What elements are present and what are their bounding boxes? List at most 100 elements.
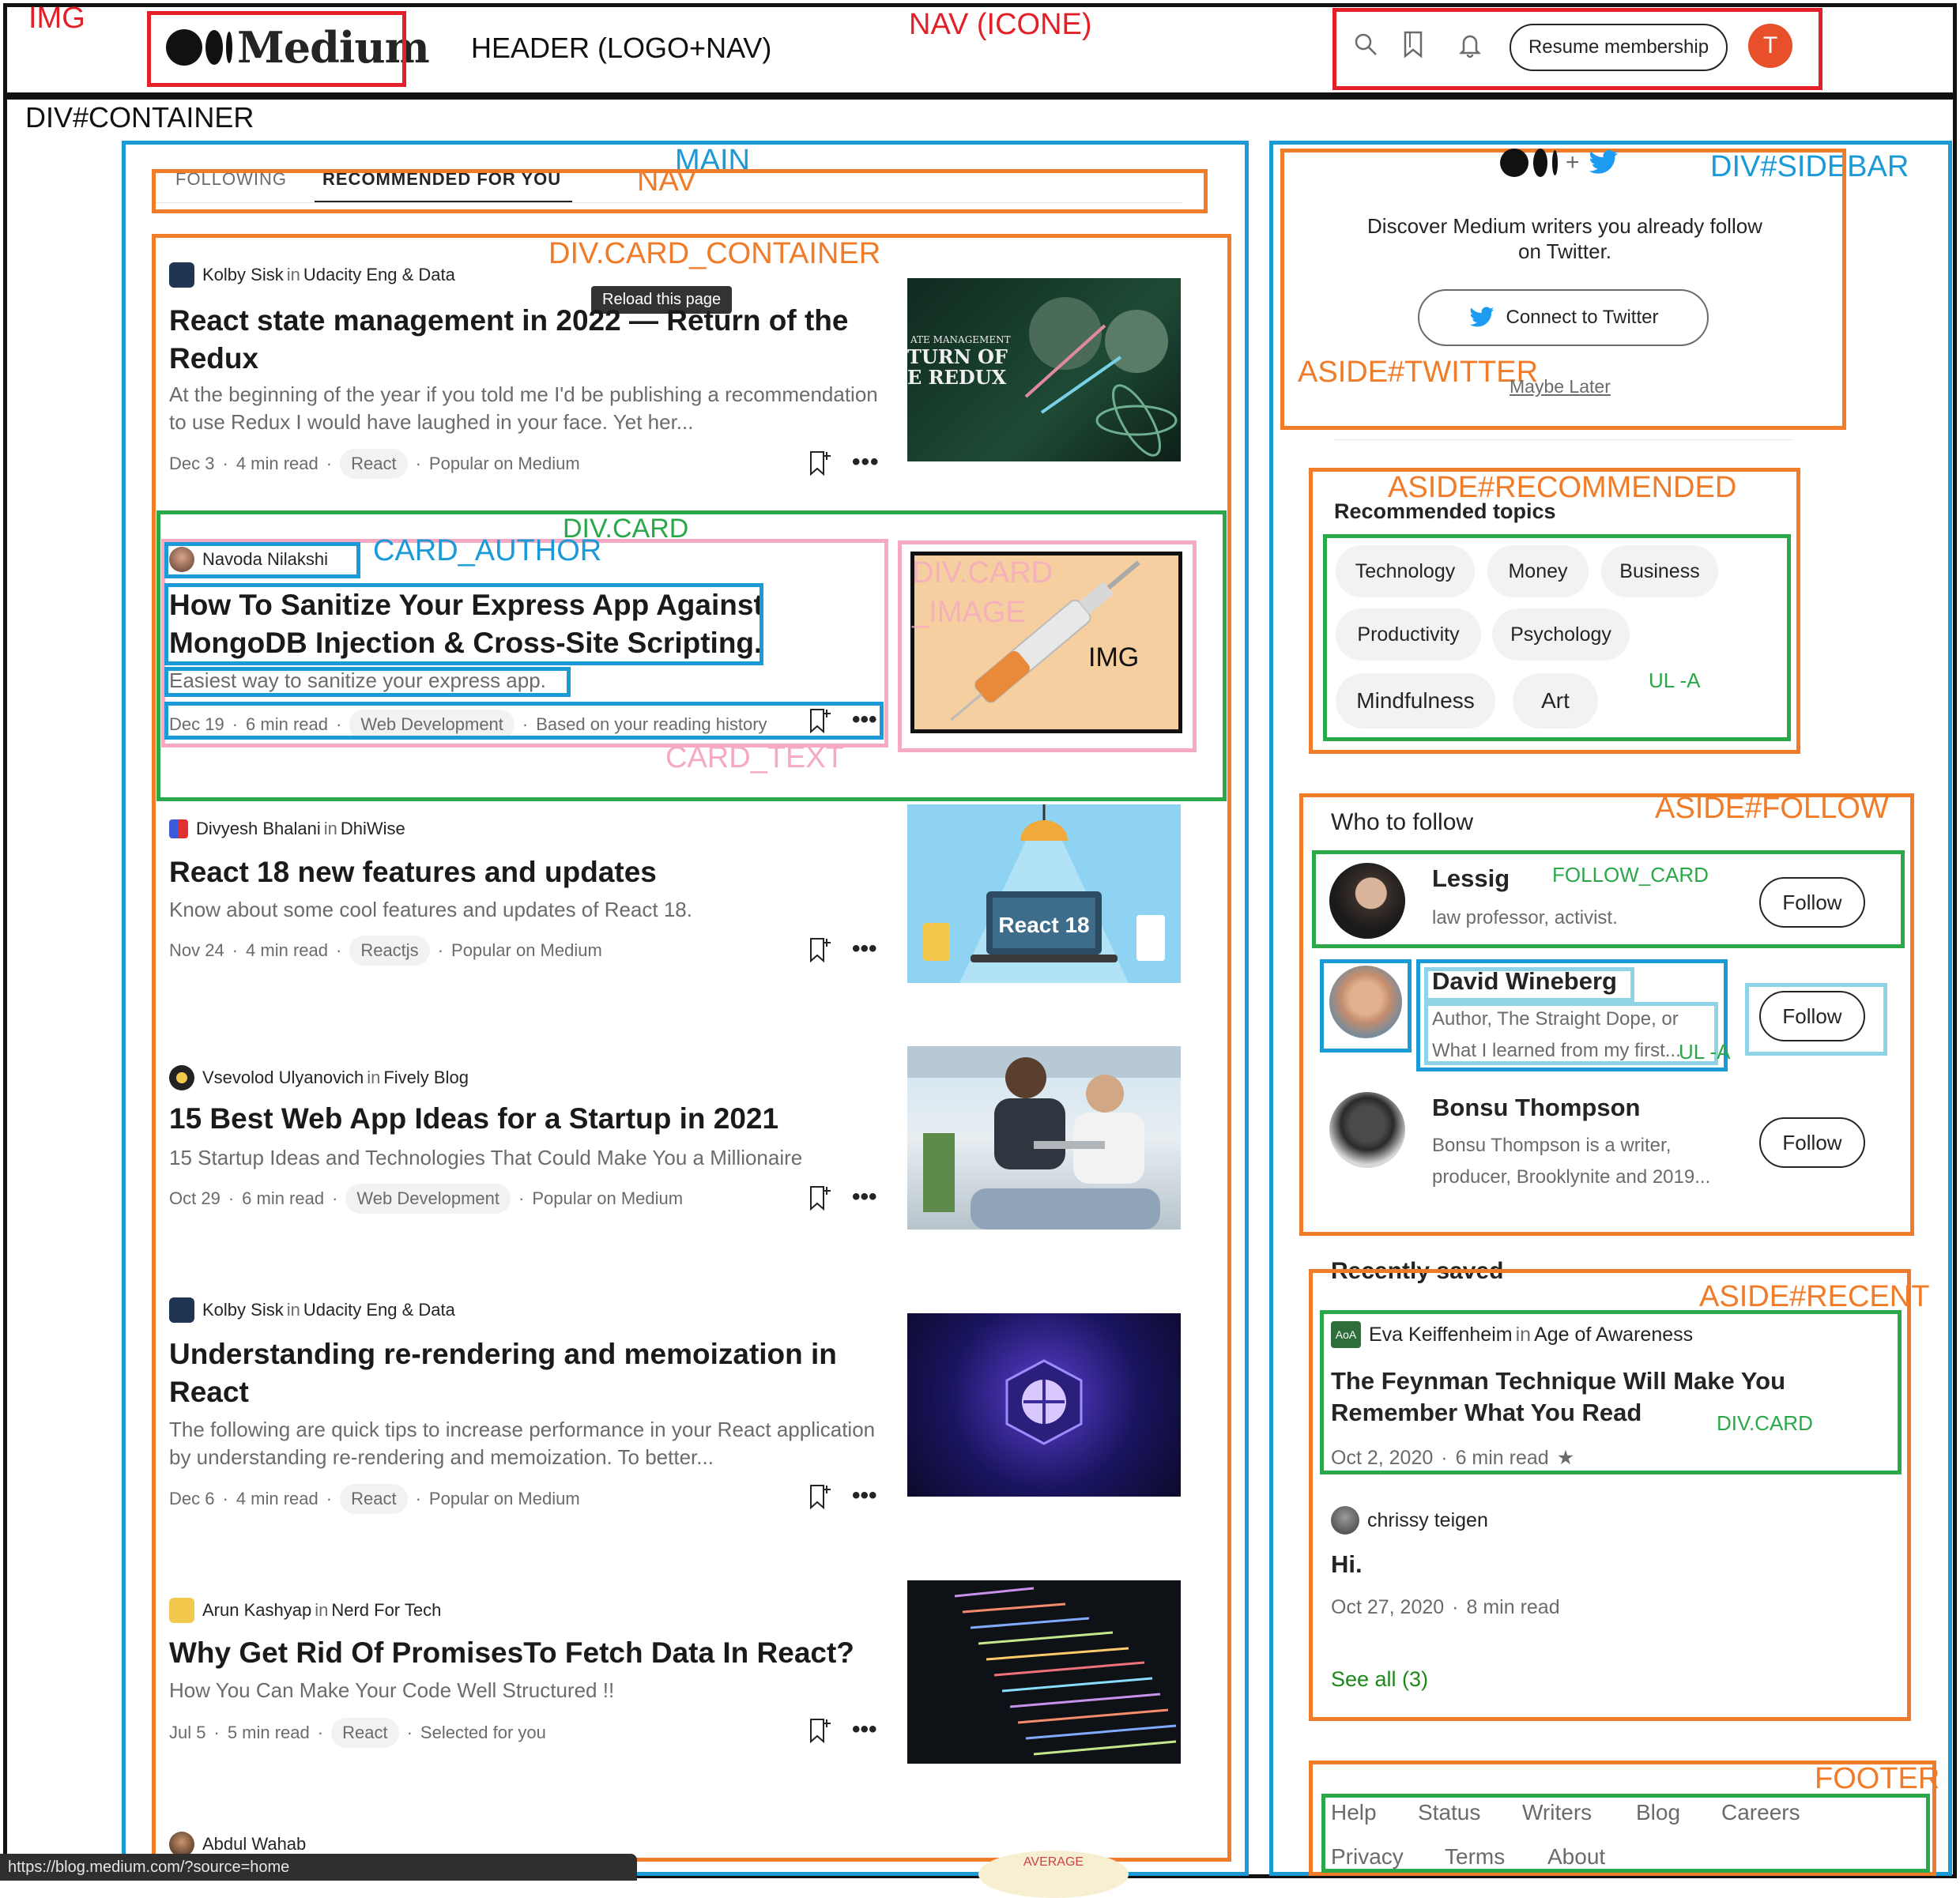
footer-link-help[interactable]: Help	[1331, 1800, 1377, 1825]
article-subtitle[interactable]: Easiest way to sanitize your express app…	[169, 667, 546, 695]
follow-button[interactable]: Follow	[1759, 877, 1865, 928]
save-icon[interactable]	[808, 1716, 831, 1749]
tag-chip[interactable]: React	[331, 1718, 399, 1748]
tag-chip[interactable]: Reactjs	[349, 936, 430, 966]
more-icon[interactable]: •••	[852, 1184, 877, 1211]
follow-name[interactable]: Lessig	[1432, 864, 1510, 893]
main-nav-annotation: NAV	[637, 164, 697, 198]
avatar[interactable]	[1329, 966, 1402, 1038]
article-title[interactable]: React state management in 2022 — Return …	[169, 302, 865, 378]
article-thumbnail[interactable]	[907, 1313, 1181, 1497]
more-icon[interactable]: •••	[852, 936, 877, 962]
aoa-icon: AoA	[1331, 1321, 1361, 1348]
nerd-for-tech-icon	[169, 1598, 194, 1623]
medium-logo[interactable]: Medium	[166, 22, 430, 73]
card-image-annotation: DIV.CARD _IMAGE	[912, 556, 1054, 629]
twitter-divider	[1334, 439, 1792, 440]
topic-chip[interactable]: Art	[1513, 673, 1598, 729]
search-icon[interactable]	[1353, 32, 1378, 64]
sidebar-annotation: DIV#SIDEBAR	[1710, 150, 1909, 183]
footer-link-privacy[interactable]: Privacy	[1331, 1844, 1404, 1870]
article-subtitle[interactable]: How You Can Make Your Code Well Structur…	[169, 1677, 880, 1704]
save-icon[interactable]	[808, 706, 831, 739]
maybe-later-link[interactable]: Maybe Later	[1510, 376, 1611, 397]
connect-twitter-button[interactable]: Connect to Twitter	[1418, 289, 1709, 346]
footer-link-about[interactable]: About	[1547, 1844, 1605, 1870]
article-author[interactable]: Arun Kashyap in Nerd For Tech	[169, 1598, 441, 1623]
tab-following[interactable]: FOLLOWING	[175, 169, 287, 190]
article-title[interactable]: 15 Best Web App Ideas for a Startup in 2…	[169, 1100, 865, 1138]
avatar[interactable]	[1329, 863, 1405, 939]
medium-twitter-logos: +	[1500, 149, 1619, 177]
twitter-icon	[1589, 149, 1618, 174]
footer-link-writers[interactable]: Writers	[1522, 1800, 1592, 1825]
tag-chip[interactable]: Web Development	[345, 1184, 511, 1214]
topic-chip[interactable]: Mindfulness	[1336, 673, 1495, 729]
article-title[interactable]: React 18 new features and updates	[169, 853, 865, 891]
footer-link-careers[interactable]: Careers	[1721, 1800, 1800, 1825]
follow-bio: law professor, activist.	[1432, 907, 1618, 928]
medium-logo-icon	[166, 29, 232, 66]
article-author[interactable]: Kolby Sisk in Udacity Eng & Data	[169, 1297, 455, 1323]
save-icon[interactable]	[808, 1184, 831, 1216]
nav-icons-annotation: NAV (ICONE)	[909, 8, 1092, 41]
article-subtitle[interactable]: Know about some cool features and update…	[169, 896, 880, 924]
article-author[interactable]: Vsevolod Ulyanovich in Fively Blog	[169, 1065, 469, 1090]
save-icon[interactable]	[808, 449, 831, 481]
resume-membership-button[interactable]: Resume membership	[1510, 24, 1728, 71]
article-author[interactable]: Kolby Sisk in Udacity Eng & Data	[169, 262, 455, 288]
user-avatar[interactable]: T	[1748, 24, 1792, 68]
tag-chip[interactable]: Web Development	[349, 710, 514, 740]
topic-chip[interactable]: Technology	[1336, 545, 1475, 597]
article-title[interactable]: How To Sanitize Your Express App Against…	[169, 586, 770, 662]
footer-links-box	[1321, 1794, 1930, 1873]
article-subtitle[interactable]: At the beginning of the year if you told…	[169, 381, 880, 436]
topic-chip[interactable]: Psychology	[1492, 608, 1630, 661]
article-thumbnail[interactable]	[907, 1580, 1181, 1764]
article-title[interactable]: Why Get Rid Of PromisesTo Fetch Data In …	[169, 1634, 880, 1672]
udacity-icon	[169, 262, 194, 288]
save-icon[interactable]	[808, 936, 831, 968]
follow-name[interactable]: David Wineberg	[1432, 967, 1617, 996]
article-author[interactable]: Divyesh Bhalani in DhiWise	[169, 819, 405, 839]
footer-link-status[interactable]: Status	[1418, 1800, 1480, 1825]
tag-chip[interactable]: React	[340, 449, 408, 479]
recent-author[interactable]: chrissy teigen	[1331, 1506, 1488, 1535]
follow-button[interactable]: Follow	[1759, 991, 1865, 1041]
footer-link-blog[interactable]: Blog	[1636, 1800, 1680, 1825]
more-icon[interactable]: •••	[852, 706, 877, 733]
fively-icon	[169, 1065, 194, 1090]
recent-title-link[interactable]: Hi.	[1331, 1550, 1363, 1579]
footer-link-terms[interactable]: Terms	[1445, 1844, 1505, 1870]
ul-a-follow-annotation: UL -A	[1679, 1040, 1731, 1064]
more-icon[interactable]: •••	[852, 449, 880, 476]
aside-twitter-annotation: ASIDE#TWITTER	[1298, 356, 1539, 389]
topic-chip[interactable]: Productivity	[1336, 608, 1481, 661]
tab-recommended[interactable]: RECOMMENDED FOR YOU	[322, 169, 561, 190]
star-icon: ★	[1556, 1447, 1575, 1469]
topic-chip[interactable]: Money	[1487, 545, 1589, 597]
see-all-link[interactable]: See all (3)	[1331, 1667, 1428, 1692]
more-icon[interactable]: •••	[852, 1716, 877, 1743]
save-icon[interactable]	[808, 1482, 831, 1515]
article-thumbnail[interactable]: React 18	[907, 804, 1181, 983]
img-placeholder-label: IMG	[1088, 642, 1139, 672]
article-author[interactable]: Navoda Nilakshi	[169, 547, 328, 572]
topic-chip[interactable]: Business	[1601, 545, 1718, 597]
bell-icon[interactable]	[1457, 32, 1483, 66]
follow-button[interactable]: Follow	[1759, 1117, 1865, 1168]
bookmark-icon[interactable]	[1400, 30, 1426, 66]
aside-recent-annotation: ASIDE#RECENT	[1699, 1280, 1930, 1313]
recent-author[interactable]: AoA Eva Keiffenheim in Age of Awareness	[1331, 1321, 1693, 1348]
article-thumbnail[interactable]: ATE MANAGEMENT TURN OF E REDUX	[907, 278, 1181, 461]
article-title[interactable]: Understanding re-rendering and memoizati…	[169, 1335, 865, 1411]
article-subtitle[interactable]: The following are quick tips to increase…	[169, 1416, 880, 1471]
status-bar-url: https://blog.medium.com/?source=home	[0, 1854, 637, 1881]
avatar[interactable]	[1329, 1092, 1405, 1168]
follow-name[interactable]: Bonsu Thompson	[1432, 1094, 1640, 1122]
article-thumbnail[interactable]	[907, 1046, 1181, 1230]
more-icon[interactable]: •••	[852, 1482, 877, 1509]
recent-meta: Oct 2, 2020 · 6 min read ★	[1331, 1446, 1575, 1470]
tag-chip[interactable]: React	[340, 1484, 408, 1514]
article-subtitle[interactable]: 15 Startup Ideas and Technologies That C…	[169, 1144, 880, 1172]
